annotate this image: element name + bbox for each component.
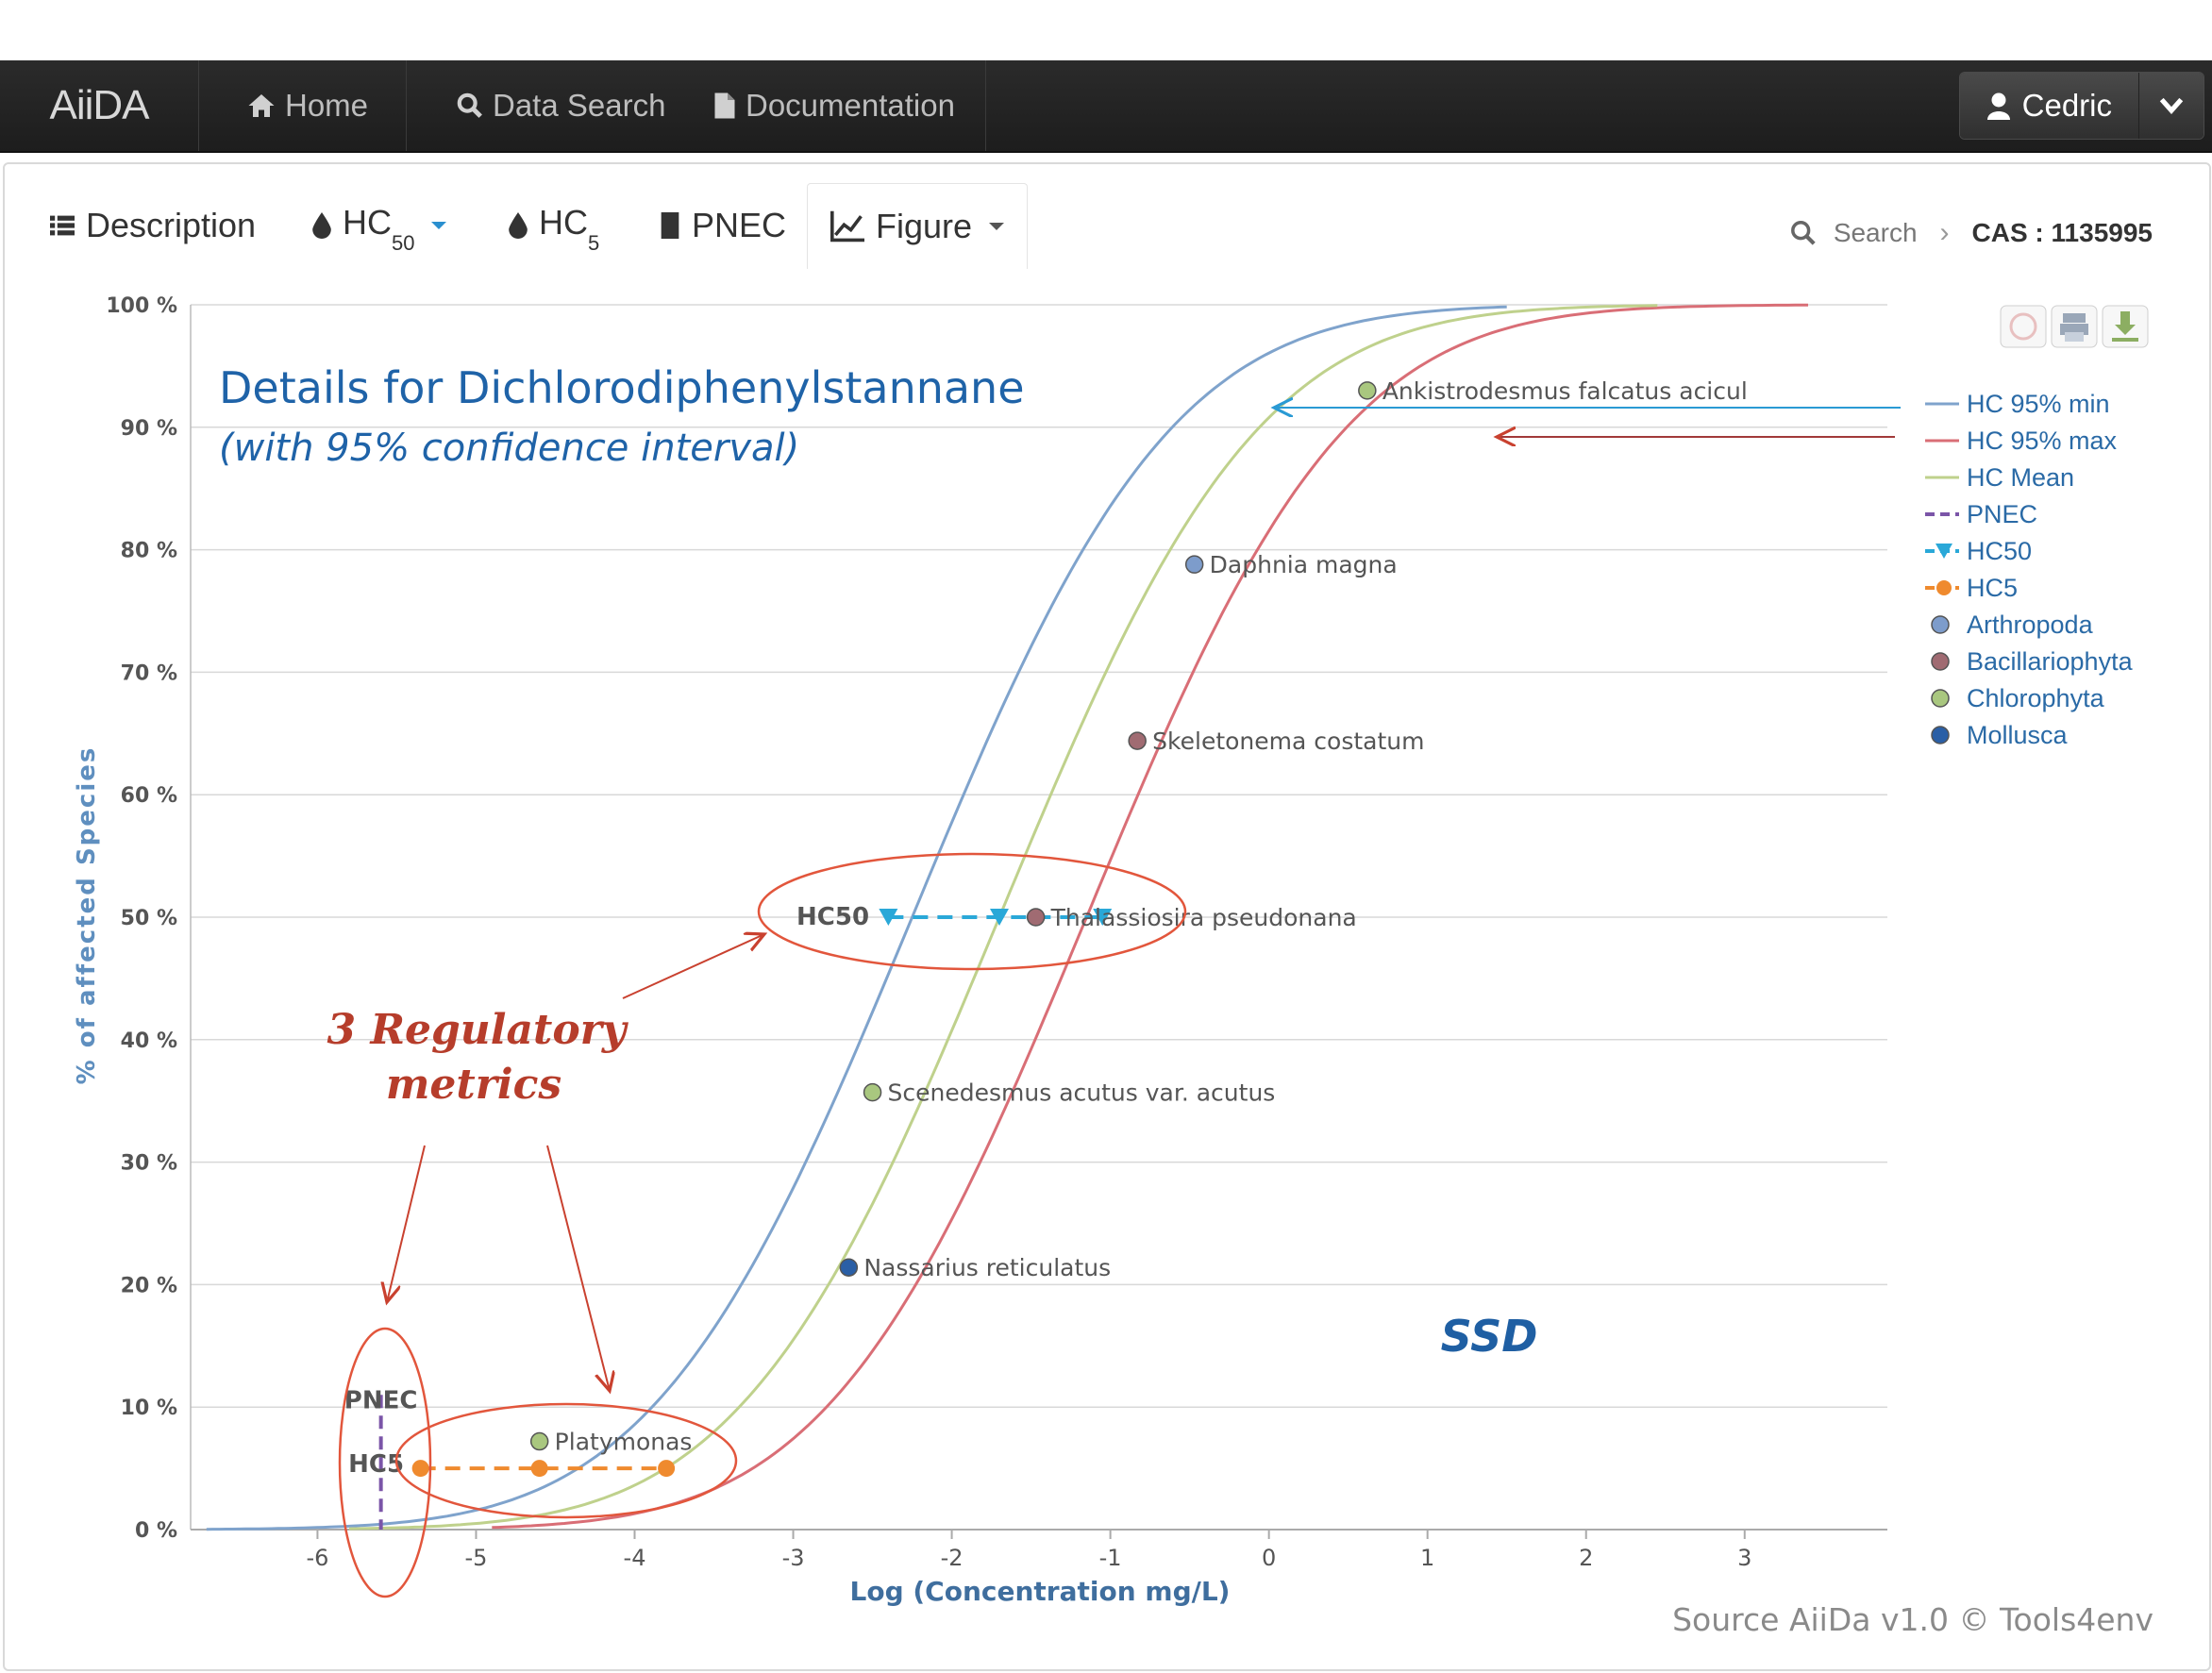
- y-tick-label: 70 %: [121, 661, 177, 685]
- species-point[interactable]: [1128, 731, 1147, 750]
- species-label: Thalassiosira pseudonana: [1050, 904, 1357, 931]
- y-tick-label: 30 %: [121, 1152, 177, 1176]
- y-tick-label: 80 %: [121, 540, 177, 563]
- legend-marker: [1931, 726, 1950, 744]
- arrow-to-pnec: [387, 1145, 426, 1302]
- reset-zoom-button[interactable]: [2000, 305, 2047, 348]
- y-tick-label: 50 %: [121, 907, 177, 930]
- species-label: Nassarius reticulatus: [863, 1254, 1111, 1281]
- x-tick-label: -6: [306, 1545, 328, 1571]
- x-tick-label: -5: [464, 1545, 487, 1571]
- regulatory-metrics-note-line2: metrics: [386, 1061, 561, 1109]
- legend-item[interactable]: Mollusca: [1931, 721, 2069, 749]
- hc50-inline-label: HC50: [796, 903, 869, 931]
- legend-label: HC 95% min: [1967, 390, 2110, 418]
- x-tick-label: -4: [624, 1545, 646, 1571]
- chart-title: Details for Dichlorodiphenylstannane: [219, 362, 1025, 413]
- legend-label: HC Mean: [1967, 463, 2074, 492]
- y-tick-label: 10 %: [121, 1397, 177, 1420]
- y-axis-title: % of affected Species: [73, 746, 101, 1085]
- chart-credit: Source AiiDa v1.0 © Tools4env: [1672, 1601, 2153, 1638]
- species-point[interactable]: [863, 1082, 882, 1102]
- y-tick-label: 90 %: [121, 417, 177, 441]
- legend-item[interactable]: HC 95% max: [1925, 427, 2118, 455]
- species-label: Platymonas: [555, 1429, 693, 1456]
- legend-label: HC5: [1967, 574, 2018, 602]
- hc5-highlight-ellipse: [394, 1402, 738, 1519]
- x-tick-label: -2: [941, 1545, 964, 1571]
- species-label: Skeletonema costatum: [1152, 728, 1424, 755]
- species-point[interactable]: [1026, 908, 1046, 927]
- legend-label: Chlorophyta: [1967, 684, 2105, 712]
- legend-marker: [1936, 580, 1952, 595]
- legend-label: Bacillariophyta: [1967, 647, 2134, 676]
- regulatory-metrics-note-line1: 3 Regulatory: [327, 1006, 629, 1054]
- y-tick-label: 100 %: [106, 294, 177, 318]
- species-point[interactable]: [1358, 381, 1377, 400]
- hc5-marker: [530, 1460, 548, 1478]
- x-tick-label: -1: [1099, 1545, 1122, 1571]
- legend-item[interactable]: HC 95% min: [1925, 390, 2110, 418]
- arrow-to-hc50: [622, 934, 764, 999]
- x-tick-label: 1: [1420, 1545, 1434, 1571]
- species-label: Daphnia magna: [1210, 551, 1398, 578]
- chart-export-buttons: [2000, 305, 2149, 348]
- legend-label: PNEC: [1967, 500, 2037, 528]
- print-button[interactable]: [2051, 305, 2098, 348]
- legend-marker: [1931, 615, 1950, 634]
- hc5-marker: [658, 1460, 676, 1478]
- pnec-inline-label: PNEC: [344, 1387, 418, 1415]
- legend-label: HC50: [1967, 537, 2032, 565]
- chart-legend: HC 95% min HC 95% max HC Mean PNEC HC50 HC5 Ar…: [1925, 390, 2134, 749]
- legend-item[interactable]: HC Mean: [1925, 463, 2074, 492]
- legend-label: Arthropoda: [1967, 611, 2094, 639]
- axes: 0 % 10 % 20 % 30 % 40 % 50 % 60 % 70 % 80 % 90 % 1…: [106, 294, 1887, 1571]
- x-axis-title: Log (Concentration mg/L): [850, 1576, 1231, 1607]
- legend-label: HC 95% max: [1967, 427, 2118, 455]
- legend-item[interactable]: Chlorophyta: [1931, 684, 2105, 712]
- regulatory-metrics: HC50PNECHC5: [344, 903, 1113, 1530]
- arrow-to-hc5: [546, 1145, 610, 1391]
- chart-subtitle: (with 95% confidence interval): [219, 427, 799, 470]
- x-tick-label: 3: [1737, 1545, 1751, 1571]
- annotations: 3 Regulatory metrics SSD: [327, 408, 1901, 1598]
- legend-item[interactable]: PNEC: [1925, 500, 2037, 528]
- legend-label: Mollusca: [1967, 721, 2069, 749]
- download-button[interactable]: [2102, 305, 2149, 348]
- x-tick-label: 2: [1579, 1545, 1593, 1571]
- hc5-marker: [411, 1460, 429, 1478]
- species-point[interactable]: [1184, 555, 1204, 574]
- species-label: Scenedesmus acutus var. acutus: [888, 1079, 1276, 1107]
- legend-marker: [1931, 689, 1950, 708]
- x-tick-label: 0: [1262, 1545, 1276, 1571]
- ssd-chart: 0 % 10 % 20 % 30 % 40 % 50 % 60 % 70 % 80 % 90 % 1…: [73, 294, 2153, 1638]
- species-label: Ankistrodesmus falcatus acicul: [1382, 377, 1748, 405]
- y-tick-label: 20 %: [121, 1274, 177, 1297]
- x-tick-label: -3: [782, 1545, 805, 1571]
- legend-item[interactable]: HC50: [1925, 537, 2032, 565]
- legend-marker: [1936, 544, 1952, 559]
- y-tick-label: 0 %: [135, 1519, 177, 1543]
- y-tick-label: 60 %: [121, 784, 177, 808]
- ssd-label: SSD: [1441, 1311, 1538, 1362]
- species-point[interactable]: [839, 1258, 859, 1277]
- species-point[interactable]: [529, 1431, 549, 1451]
- species-points: Ankistrodesmus falcatus acicul Daphnia ma…: [529, 377, 1748, 1456]
- legend-item[interactable]: Bacillariophyta: [1931, 647, 2134, 676]
- legend-marker: [1931, 652, 1950, 671]
- legend-item[interactable]: HC5: [1925, 574, 2018, 602]
- legend-item[interactable]: Arthropoda: [1931, 611, 2094, 639]
- y-tick-label: 40 %: [121, 1029, 177, 1053]
